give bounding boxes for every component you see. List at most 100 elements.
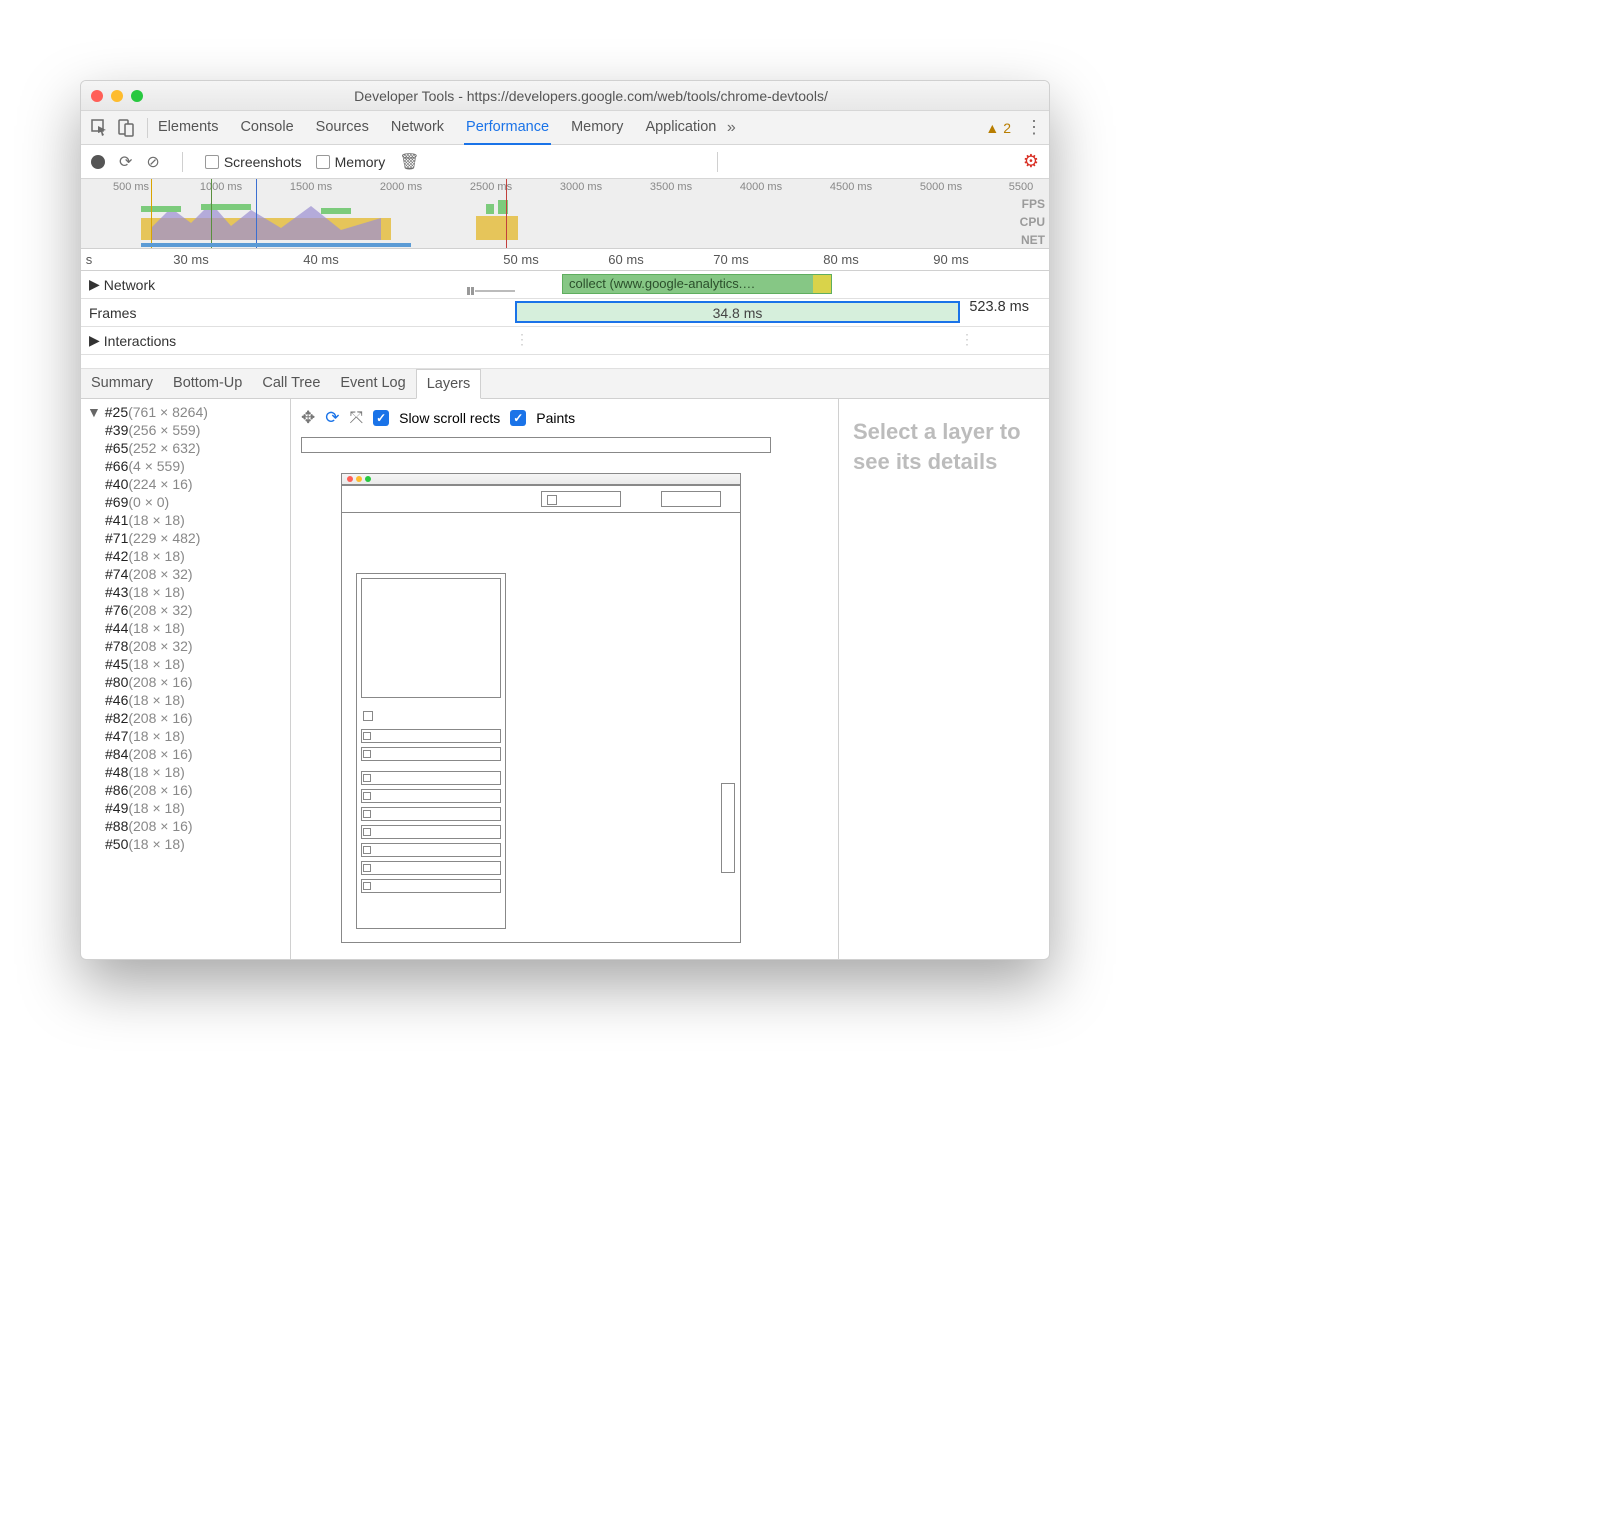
window-title: Developer Tools - https://developers.goo… (143, 88, 1039, 104)
tick: 3000 ms (560, 181, 602, 193)
ruler-tick: 40 ms (303, 252, 338, 267)
layer-item[interactable]: #41(18 × 18) (81, 511, 290, 529)
layer-item[interactable]: #48(18 × 18) (81, 763, 290, 781)
ruler-tick: s (86, 252, 93, 267)
tab-console[interactable]: Console (238, 111, 295, 145)
settings-gear-icon[interactable]: ⚙ (1023, 151, 1039, 172)
track-rows: ▶ Network collect (www.google-analytics.… (81, 271, 1049, 369)
tick: 1000 ms (200, 181, 242, 193)
layer-item[interactable]: #86(208 × 16) (81, 781, 290, 799)
reset-icon[interactable]: ⤧ (350, 408, 364, 428)
clear-icon[interactable]: ⊘ (146, 152, 159, 172)
cpu-label: CPU (1020, 215, 1045, 229)
tick: 3500 ms (650, 181, 692, 193)
layer-details-placeholder: Select a layer to see its details (839, 399, 1049, 959)
ruler-tick: 60 ms (608, 252, 643, 267)
layer-item[interactable]: #40(224 × 16) (81, 475, 290, 493)
layer-item[interactable]: #80(208 × 16) (81, 673, 290, 691)
layer-tree[interactable]: #25(761 × 8264)#39(256 × 559)#65(252 × 6… (81, 399, 291, 959)
layer-item[interactable]: #42(18 × 18) (81, 547, 290, 565)
slow-scroll-checkbox[interactable]: ✓ (373, 410, 389, 426)
detail-ruler[interactable]: s 30 ms 40 ms 50 ms 60 ms 70 ms 80 ms 90 ms (81, 249, 1049, 271)
tab-memory[interactable]: Memory (569, 111, 625, 145)
tick: 1500 ms (290, 181, 332, 193)
layer-item[interactable]: #69(0 × 0) (81, 493, 290, 511)
screenshots-checkbox[interactable]: Screenshots (205, 154, 302, 170)
tab-application[interactable]: Application (643, 111, 718, 145)
tick: 5000 ms (920, 181, 962, 193)
layer-item[interactable]: #65(252 × 632) (81, 439, 290, 457)
subtab-call-tree[interactable]: Call Tree (252, 369, 330, 398)
close-icon[interactable] (91, 90, 103, 102)
rotate-icon[interactable]: ⟳ (325, 408, 339, 428)
layer-item[interactable]: #49(18 × 18) (81, 799, 290, 817)
window-controls (91, 90, 143, 102)
ruler-tick: 70 ms (713, 252, 748, 267)
ruler-tick: 50 ms (503, 252, 538, 267)
layer-item[interactable]: #50(18 × 18) (81, 835, 290, 853)
perf-toolbar: ⟳ ⊘ Screenshots Memory 🗑 ⚙ (81, 145, 1049, 179)
tab-performance[interactable]: Performance (464, 111, 551, 145)
zoom-icon[interactable] (131, 90, 143, 102)
warning-badge[interactable]: ▲ 2 (985, 120, 1011, 136)
layer-item[interactable]: #25(761 × 8264) (81, 403, 290, 421)
pan-icon[interactable]: ✥ (301, 408, 315, 428)
reload-icon[interactable]: ⟳ (119, 152, 132, 172)
layer-item[interactable]: #78(208 × 32) (81, 637, 290, 655)
layer-item[interactable]: #44(18 × 18) (81, 619, 290, 637)
frames-row[interactable]: Frames 34.8 ms 523.8 ms (81, 299, 1049, 327)
layer-item[interactable]: #39(256 × 559) (81, 421, 290, 439)
ruler-tick: 80 ms (823, 252, 858, 267)
kebab-menu-icon[interactable]: ⋮ (1025, 117, 1043, 138)
layer-item[interactable]: #43(18 × 18) (81, 583, 290, 601)
overview-timeline[interactable]: 500 ms1000 ms1500 ms2000 ms2500 ms3000 m… (81, 179, 1049, 249)
interactions-row[interactable]: ▶ Interactions ⋮ ⋮ (81, 327, 1049, 355)
layer-item[interactable]: #71(229 × 482) (81, 529, 290, 547)
layer-item[interactable]: #84(208 × 16) (81, 745, 290, 763)
devtools-window: Developer Tools - https://developers.goo… (80, 80, 1050, 960)
tab-elements[interactable]: Elements (156, 111, 220, 145)
ruler-tick: 90 ms (933, 252, 968, 267)
tick: 4500 ms (830, 181, 872, 193)
layer-mockup[interactable] (301, 473, 701, 943)
frame-next: 523.8 ms (969, 299, 1029, 315)
tab-sources[interactable]: Sources (314, 111, 371, 145)
subtab-event-log[interactable]: Event Log (330, 369, 415, 398)
subtab-layers[interactable]: Layers (416, 369, 482, 399)
fps-label: FPS (1022, 197, 1045, 211)
minimize-icon[interactable] (111, 90, 123, 102)
main-tabbar: Elements Console Sources Network Performance… (81, 111, 1049, 145)
layer-item[interactable]: #88(208 × 16) (81, 817, 290, 835)
layer-item[interactable]: #76(208 × 32) (81, 601, 290, 619)
subtab-bottom-up[interactable]: Bottom-Up (163, 369, 252, 398)
device-toggle-icon[interactable] (113, 115, 139, 141)
tick: 500 ms (113, 181, 149, 193)
paints-label: Paints (536, 410, 575, 426)
tick: 4000 ms (740, 181, 782, 193)
layer-item[interactable]: #82(208 × 16) (81, 709, 290, 727)
layer-item[interactable]: #46(18 × 18) (81, 691, 290, 709)
tick: 5500 (1009, 181, 1033, 193)
spacer-row (81, 355, 1049, 369)
inspect-icon[interactable] (87, 115, 113, 141)
memory-checkbox[interactable]: Memory (316, 154, 386, 170)
tab-network[interactable]: Network (389, 111, 446, 145)
layer-item[interactable]: #74(208 × 32) (81, 565, 290, 583)
layer-strip (301, 437, 771, 453)
ruler-tick: 30 ms (173, 252, 208, 267)
network-row[interactable]: ▶ Network collect (www.google-analytics.… (81, 271, 1049, 299)
bottom-tabs: SummaryBottom-UpCall TreeEvent LogLayers (81, 369, 1049, 399)
subtab-summary[interactable]: Summary (81, 369, 163, 398)
slow-scroll-label: Slow scroll rects (399, 410, 500, 426)
frame-selected[interactable]: 34.8 ms (515, 301, 960, 323)
network-entry[interactable]: collect (www.google-analytics.… (562, 274, 832, 294)
layer-item[interactable]: #47(18 × 18) (81, 727, 290, 745)
paints-checkbox[interactable]: ✓ (510, 410, 526, 426)
layer-item[interactable]: #45(18 × 18) (81, 655, 290, 673)
record-button[interactable] (91, 155, 105, 169)
more-tabs-icon[interactable]: » (718, 115, 744, 141)
layer-canvas-area[interactable]: ✥ ⟳ ⤧ ✓ Slow scroll rects ✓ Paints (291, 399, 839, 959)
layer-item[interactable]: #66(4 × 559) (81, 457, 290, 475)
net-label: NET (1021, 233, 1045, 247)
trash-icon[interactable]: 🗑 (399, 152, 419, 172)
